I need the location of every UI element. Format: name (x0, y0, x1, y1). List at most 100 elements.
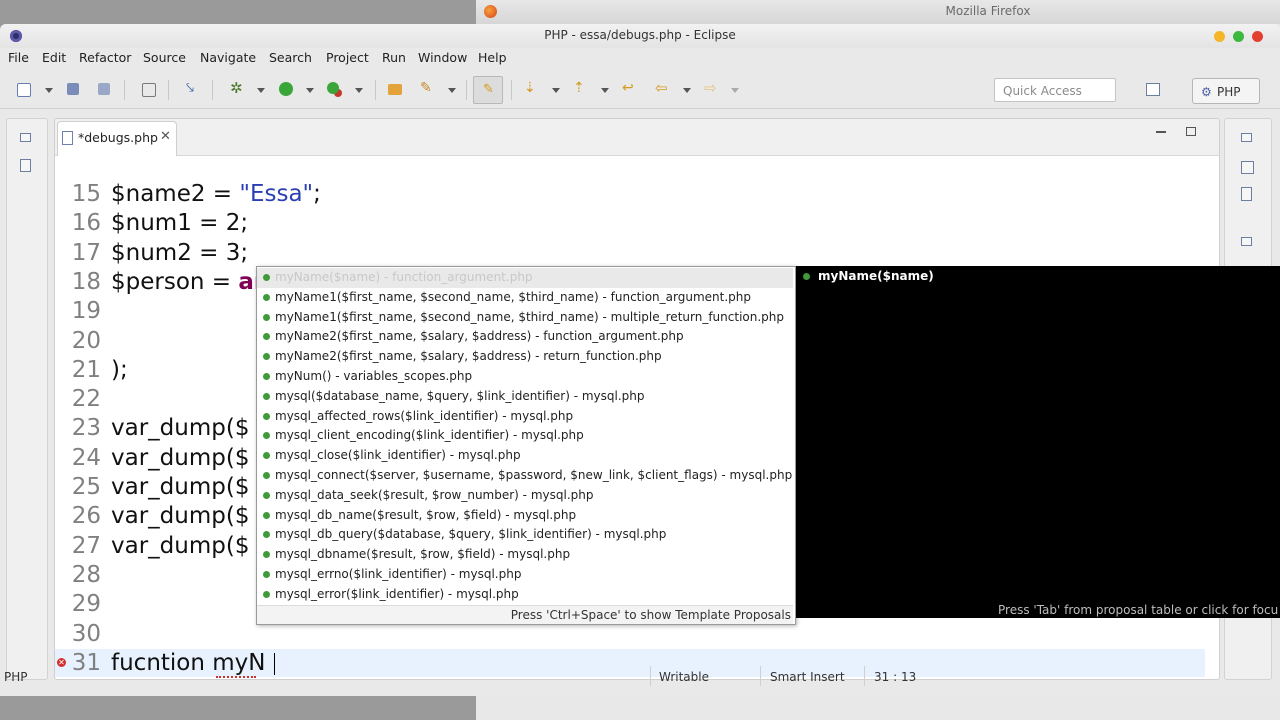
quick-access-input[interactable]: Quick Access (994, 78, 1116, 102)
php-perspective-icon: ⚙ (1201, 85, 1212, 99)
proposal-item[interactable]: myName2($first_name, $salary, $address) … (257, 347, 793, 367)
menu-navigate[interactable]: Navigate (200, 50, 256, 65)
function-icon (263, 412, 270, 420)
function-icon (263, 590, 270, 598)
close-tab-icon[interactable]: ✕ (160, 129, 171, 144)
proposal-item[interactable]: mysql_close($link_identifier) - mysql.ph… (257, 446, 793, 466)
proposal-label: mysql_error($link_identifier) - mysql.ph… (275, 586, 519, 601)
menu-help[interactable]: Help (478, 50, 507, 65)
function-icon (263, 274, 270, 281)
menu-search[interactable]: Search (269, 50, 312, 65)
run-external-icon[interactable] (327, 82, 339, 94)
menu-refactor[interactable]: Refactor (79, 50, 131, 65)
restore-icon[interactable] (1241, 237, 1252, 246)
debug-dropdown-icon[interactable] (257, 88, 265, 93)
code-token: $name2 = (111, 181, 240, 207)
proposal-label: mysql($database_name, $query, $link_iden… (275, 388, 645, 403)
save-all-icon[interactable] (98, 83, 110, 95)
code-text: ); (111, 357, 128, 383)
function-icon (263, 452, 270, 460)
function-icon (263, 472, 270, 479)
new-icon[interactable] (17, 83, 31, 97)
toolbar-separator (511, 80, 512, 100)
proposal-item[interactable]: mysql($database_name, $query, $link_iden… (257, 387, 793, 407)
proposal-info-panel[interactable]: myName($name) Press 'Tab' from proposal … (796, 266, 1280, 618)
proposal-item[interactable]: mysql_data_seek($result, $row_number) - … (257, 486, 793, 506)
outline-icon[interactable] (1241, 161, 1254, 174)
status-bar: PHP Writable Smart Insert 31 : 13 (0, 662, 1280, 692)
open-folder-icon[interactable] (388, 84, 402, 95)
proposal-item[interactable]: myName($name) - function_argument.php (257, 268, 793, 288)
next-annotation-dropdown-icon[interactable] (552, 88, 560, 93)
run-dropdown-icon[interactable] (306, 88, 314, 93)
back-dropdown-icon[interactable] (683, 88, 691, 93)
function-icon (263, 531, 270, 539)
save-icon[interactable] (67, 83, 79, 95)
next-annotation-icon[interactable]: ⇣ (524, 80, 540, 96)
menu-source[interactable]: Source (143, 50, 186, 65)
proposal-item[interactable]: mysql_db_query($database, $query, $link_… (257, 525, 793, 545)
code-token: var_dump($ (111, 503, 250, 530)
new-dropdown-icon[interactable] (45, 88, 53, 93)
maximize-button[interactable] (1233, 31, 1244, 42)
menu-bar: File Edit Refactor Source Navigate Searc… (0, 48, 1280, 70)
forward-dropdown-icon[interactable] (731, 88, 739, 93)
previous-annotation-dropdown-icon[interactable] (601, 88, 609, 93)
content-assist-popup[interactable]: myName($name) - function_argument.php myN… (256, 266, 796, 625)
print-icon[interactable] (142, 83, 156, 97)
previous-annotation-icon[interactable]: ⇡ (573, 80, 589, 96)
restore-icon[interactable] (1241, 133, 1252, 142)
line-number: 21 (71, 356, 101, 383)
menu-run[interactable]: Run (382, 50, 406, 65)
proposal-item[interactable]: mysql_client_encoding($link_identifier) … (257, 426, 793, 446)
menu-project[interactable]: Project (326, 50, 369, 65)
minimize-editor-icon[interactable] (1156, 131, 1166, 133)
php-perspective-label: PHP (1217, 85, 1241, 99)
back-icon[interactable]: ⇦ (655, 79, 671, 97)
open-perspective-icon[interactable] (1146, 83, 1160, 96)
maximize-editor-icon[interactable] (1186, 127, 1196, 136)
window-titlebar[interactable]: PHP - essa/debugs.php - Eclipse (0, 24, 1280, 48)
debug-icon[interactable]: ✲ (230, 79, 246, 97)
function-icon (263, 313, 270, 321)
code-text: var_dump($ (111, 503, 249, 529)
proposal-item[interactable]: myName2($first_name, $salary, $address) … (257, 327, 793, 347)
minimize-button[interactable] (1214, 31, 1225, 42)
external-dropdown-icon[interactable] (355, 88, 363, 93)
last-edit-icon[interactable]: ↩ (622, 80, 638, 96)
forward-icon[interactable]: ⇨ (704, 79, 720, 97)
run-icon[interactable] (279, 82, 293, 96)
close-window-button[interactable] (1252, 31, 1263, 42)
tab-debugs-php[interactable]: *debugs.php ✕ (57, 121, 177, 156)
menu-file[interactable]: File (8, 50, 29, 65)
menu-edit[interactable]: Edit (42, 50, 66, 65)
line-number: 18 (71, 268, 101, 295)
code-text: $num1 = 2; (111, 210, 248, 236)
status-insert-mode: Smart Insert (770, 670, 845, 684)
package-explorer-icon[interactable] (20, 159, 31, 172)
proposal-item[interactable]: mysql_db_name($result, $row, $field) - m… (257, 506, 793, 526)
php-perspective-button[interactable]: ⚙ PHP (1192, 78, 1260, 104)
menu-window[interactable]: Window (418, 50, 467, 65)
proposal-item[interactable]: mysql_error($link_identifier) - mysql.ph… (257, 585, 793, 605)
task-dropdown-icon[interactable] (448, 88, 456, 93)
status-perspective: PHP (4, 670, 28, 684)
proposal-item[interactable]: mysql_connect($server, $username, $passw… (257, 466, 793, 486)
proposal-item[interactable]: myName1($first_name, $second_name, $thir… (257, 308, 793, 328)
proposal-label: myName2($first_name, $salary, $address) … (275, 329, 684, 344)
function-icon (263, 432, 270, 440)
open-task-icon[interactable]: ✎ (420, 80, 436, 96)
code-token: $num2 = 3; (111, 239, 249, 266)
skip-breakpoints-icon[interactable]: ⤥ (186, 80, 202, 96)
task-list-icon[interactable] (1241, 187, 1252, 201)
proposal-item[interactable]: myName1($first_name, $second_name, $thir… (257, 288, 793, 308)
proposal-item[interactable]: mysql_errno($link_identifier) - mysql.ph… (257, 565, 793, 585)
toggle-mark-occurrences-button[interactable]: ✎ (473, 76, 503, 104)
proposal-label: myName2($first_name, $salary, $address) … (275, 349, 662, 364)
proposal-item[interactable]: myNum() - variables_scopes.php (257, 367, 793, 387)
restore-icon[interactable] (20, 133, 31, 142)
code-text: var_dump($ (111, 415, 249, 441)
proposal-label: mysql_close($link_identifier) - mysql.ph… (275, 448, 521, 463)
proposal-item[interactable]: mysql_dbname($result, $row, $field) - my… (257, 545, 793, 565)
proposal-item[interactable]: mysql_affected_rows($link_identifier) - … (257, 407, 793, 427)
